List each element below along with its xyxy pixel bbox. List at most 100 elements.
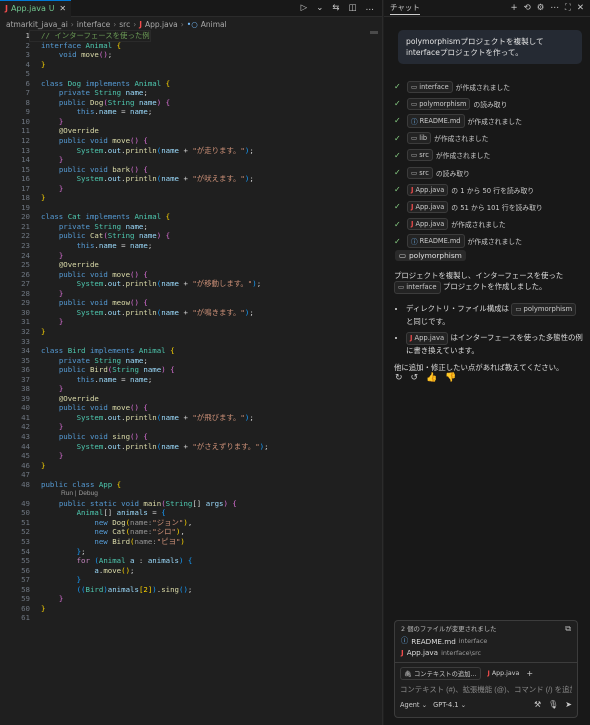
breadcrumb-folder-src[interactable]: src xyxy=(119,20,130,29)
code-line[interactable]: 36 public Bird(String name) { xyxy=(0,365,383,375)
breadcrumb-file[interactable]: App.java xyxy=(145,20,178,29)
split-editor-icon[interactable]: ◫ xyxy=(348,3,356,13)
code-line[interactable]: 27 System.out.println(name + "が移動します。"); xyxy=(0,279,383,289)
code-line[interactable]: 43 public void sing() { xyxy=(0,432,383,442)
step-file-chip[interactable]: J App.java xyxy=(407,183,449,196)
changed-file-readme[interactable]: ⓘ README.md interface xyxy=(401,636,571,646)
thumbs-up-icon[interactable]: 👍 xyxy=(426,373,437,383)
code-line[interactable]: 41 System.out.println(name + "が飛びます。"); xyxy=(0,413,383,423)
mode-picker[interactable]: Agent ⌄ xyxy=(400,701,427,709)
code-line[interactable]: 37 this.name = name; xyxy=(0,375,383,385)
code-line[interactable]: 40 public void move() { xyxy=(0,403,383,413)
code-line[interactable]: 19 xyxy=(0,203,383,213)
code-line[interactable]: 57 } xyxy=(0,575,383,585)
breadcrumb-workspace[interactable]: atmarkit_java_ai xyxy=(6,20,68,29)
code-line[interactable]: 7 private String name; xyxy=(0,88,383,98)
code-line[interactable]: 59 } xyxy=(0,594,383,604)
tab-app-java[interactable]: J App.java U ✕ xyxy=(0,0,72,17)
code-line[interactable]: 34 class Bird implements Animal { xyxy=(0,346,383,356)
maximize-icon[interactable]: ⛶ xyxy=(565,3,571,13)
interface-folder-chip[interactable]: ▭ interface xyxy=(394,281,441,294)
code-line[interactable]: 47 xyxy=(0,470,383,480)
add-context-button[interactable]: 🖇 コンテキストの追加... xyxy=(400,667,481,680)
code-line[interactable]: 14 } xyxy=(0,155,383,165)
code-line[interactable]: 31 } xyxy=(0,317,383,327)
code-line[interactable]: 38 } xyxy=(0,384,383,394)
step-file-chip[interactable]: J App.java xyxy=(407,200,449,213)
code-line[interactable]: 28 } xyxy=(0,289,383,299)
compare-changes-icon[interactable]: ⇆ xyxy=(332,3,339,13)
keep-changes-icon[interactable]: ⧉ xyxy=(565,624,571,634)
code-line[interactable]: 17 } xyxy=(0,184,383,194)
code-line[interactable]: 13 System.out.println(name + "が走ります。"); xyxy=(0,146,383,156)
code-line[interactable]: 2 interface Animal { xyxy=(0,41,383,51)
more-icon[interactable]: ⋯ xyxy=(550,3,559,13)
chat-input[interactable] xyxy=(400,684,572,695)
close-icon[interactable]: ✕ xyxy=(577,3,584,13)
app-java-chip[interactable]: JApp.java xyxy=(406,332,449,345)
more-actions-icon[interactable]: … xyxy=(366,3,375,13)
code-line[interactable]: 24 } xyxy=(0,251,383,261)
code-line[interactable]: 49 public static void main(String[] args… xyxy=(0,499,383,509)
code-line[interactable]: 32} xyxy=(0,327,383,337)
step-file-chip[interactable]: ⓘ README.md xyxy=(407,113,465,128)
current-file-chip[interactable]: J App.java xyxy=(485,669,523,678)
code-line[interactable]: 20 class Cat implements Animal { xyxy=(0,212,383,222)
step-file-chip[interactable]: ⓘ README.md xyxy=(407,234,465,249)
thumbs-down-icon[interactable]: 👎 xyxy=(445,373,456,383)
code-line[interactable]: 11 @Override xyxy=(0,126,383,136)
run-debug-codelens[interactable]: Run | Debug xyxy=(0,489,383,499)
polymorphism-folder-chip[interactable]: ▭ polymorphism xyxy=(511,303,577,316)
code-line[interactable]: 9 this.name = name; xyxy=(0,107,383,117)
code-line[interactable]: 23 this.name = name; xyxy=(0,241,383,251)
add-file-icon[interactable]: + xyxy=(526,669,533,678)
code-line[interactable]: 51 new Dog(name:"ジョン"), xyxy=(0,518,383,528)
code-line[interactable]: 35 private String name; xyxy=(0,356,383,366)
breadcrumb-symbol[interactable]: Animal xyxy=(201,20,227,29)
code-line[interactable]: 44 System.out.println(name + "がさえずります。")… xyxy=(0,442,383,452)
close-tab-icon[interactable]: ✕ xyxy=(59,4,66,13)
step-file-chip[interactable]: ▭ src xyxy=(407,149,433,162)
step-file-chip[interactable]: J App.java xyxy=(407,218,449,231)
code-line[interactable]: 61 xyxy=(0,613,383,623)
code-line[interactable]: 21 private String name; xyxy=(0,222,383,232)
folder-reference-chip[interactable]: ▭ polymorphism xyxy=(395,250,466,261)
model-picker[interactable]: GPT-4.1 ⌄ xyxy=(433,701,466,709)
code-line[interactable]: 5 xyxy=(0,69,383,79)
code-line[interactable]: 25 @Override xyxy=(0,260,383,270)
code-line[interactable]: 50 Animal[] animals = { xyxy=(0,508,383,518)
code-line[interactable]: 54 }; xyxy=(0,547,383,557)
code-line[interactable]: 48 public class App { xyxy=(0,480,383,490)
step-file-chip[interactable]: ▭ polymorphism xyxy=(407,97,471,110)
run-icon[interactable]: ▷ xyxy=(301,3,308,13)
code-line[interactable]: 18} xyxy=(0,193,383,203)
code-line[interactable]: 29 public void meow() { xyxy=(0,298,383,308)
history-icon[interactable]: ⟲ xyxy=(524,3,531,13)
tools-icon[interactable]: ⚒ xyxy=(534,700,541,709)
changed-file-app-java[interactable]: J App.java interface\src xyxy=(401,648,571,657)
code-line[interactable]: 22 public Cat(String name) { xyxy=(0,231,383,241)
code-line[interactable]: 39 @Override xyxy=(0,394,383,404)
run-dropdown-icon[interactable]: ⌄ xyxy=(316,3,323,13)
send-icon[interactable]: ➤ xyxy=(565,700,572,709)
code-line[interactable]: 55 for (Animal a : animals) { xyxy=(0,556,383,566)
code-line[interactable]: 42 } xyxy=(0,422,383,432)
code-line[interactable]: 58 ((Bird)animals[2]).sing(); xyxy=(0,585,383,595)
code-line[interactable]: 16 System.out.println(name + "が吠えます。"); xyxy=(0,174,383,184)
editor-scrollbar[interactable] xyxy=(370,31,378,34)
code-line[interactable]: 30 System.out.println(name + "が鳴きます。"); xyxy=(0,308,383,318)
step-file-chip[interactable]: ▭ src xyxy=(407,166,433,179)
microphone-icon[interactable]: 🎙 xyxy=(548,700,558,709)
code-line[interactable]: 8 public Dog(String name) { xyxy=(0,98,383,108)
undo-icon[interactable]: ↺ xyxy=(411,373,419,383)
code-line[interactable]: 12 public void move() { xyxy=(0,136,383,146)
code-line[interactable]: 60} xyxy=(0,604,383,614)
code-line[interactable]: 33 xyxy=(0,337,383,347)
gear-icon[interactable]: ⚙ xyxy=(537,3,545,13)
code-editor[interactable]: 1// インターフェースを使った例 2 interface Animal {3 vo… xyxy=(0,30,383,623)
code-line[interactable]: 46} xyxy=(0,461,383,471)
step-file-chip[interactable]: ▭ interface xyxy=(407,80,453,93)
new-chat-icon[interactable]: + xyxy=(511,3,518,13)
code-line[interactable]: 10 } xyxy=(0,117,383,127)
code-line[interactable]: 3 void move(); xyxy=(0,50,383,60)
